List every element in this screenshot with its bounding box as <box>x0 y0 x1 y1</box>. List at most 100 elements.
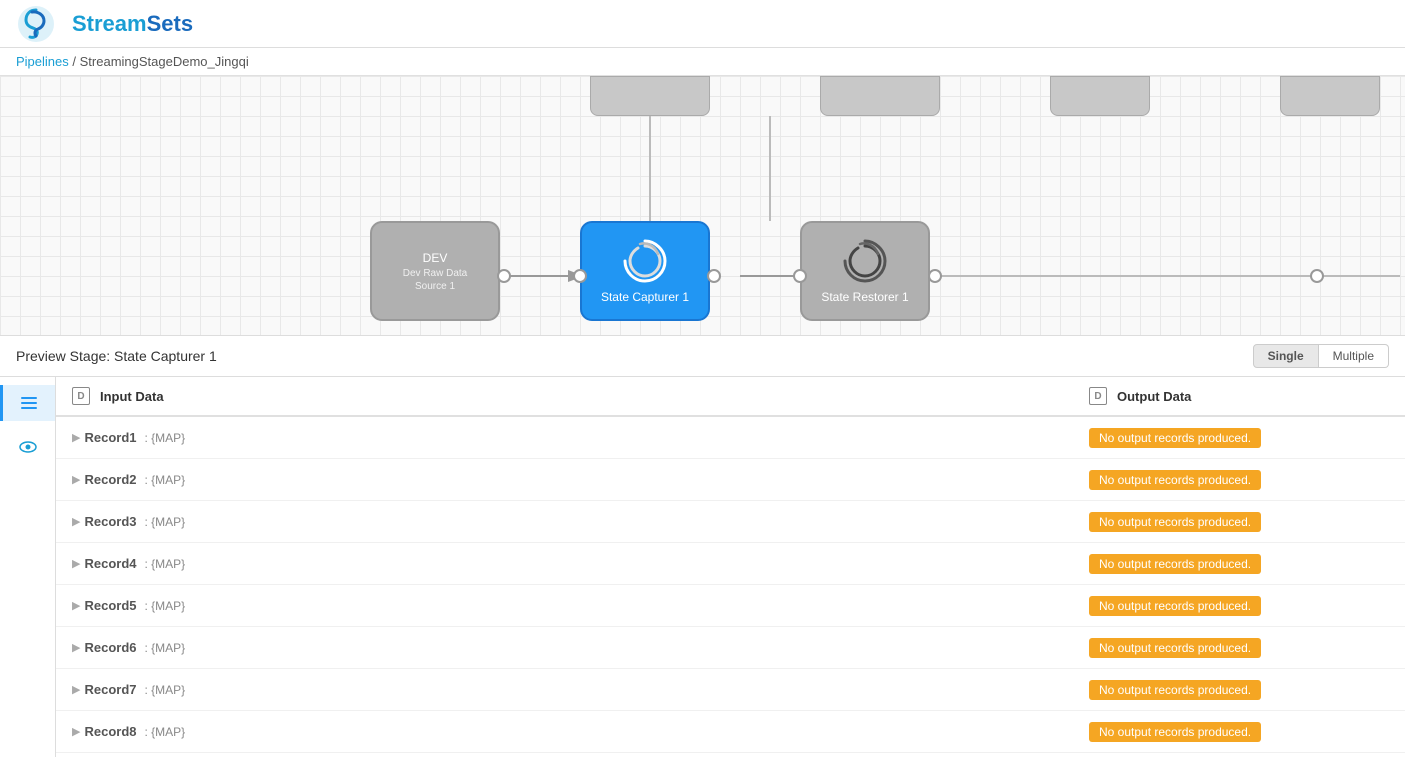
logo-area: StreamSets <box>16 4 193 44</box>
top-node-2 <box>820 76 940 116</box>
connector-restorer-out <box>928 269 942 283</box>
record-type: : {MAP} <box>145 725 186 739</box>
stage-capturer[interactable]: State Capturer 1 <box>580 221 710 321</box>
expand-icon[interactable]: ▶ <box>72 683 80 696</box>
no-output-badge: No output records produced. <box>1089 512 1261 532</box>
stage-dev-sublabel: Dev Raw DataSource 1 <box>397 267 473 293</box>
output-cell: No output records produced. <box>1089 638 1389 658</box>
record-type: : {MAP} <box>145 473 186 487</box>
output-cell: No output records produced. <box>1089 554 1389 574</box>
no-output-badge: No output records produced. <box>1089 470 1261 490</box>
output-cell: No output records produced. <box>1089 680 1389 700</box>
record-cell: ▶ Record5 : {MAP} <box>72 598 1089 613</box>
record-type: : {MAP} <box>145 431 186 445</box>
record-name: Record6 <box>84 640 136 655</box>
expand-icon[interactable]: ▶ <box>72 473 80 486</box>
table-row: ▶ Record9 : {MAP} No output records prod… <box>56 753 1405 757</box>
expand-icon[interactable]: ▶ <box>72 599 80 612</box>
record-cell: ▶ Record1 : {MAP} <box>72 430 1089 445</box>
table-row: ▶ Record8 : {MAP} No output records prod… <box>56 711 1405 753</box>
record-type: : {MAP} <box>145 641 186 655</box>
output-cell: No output records produced. <box>1089 596 1389 616</box>
no-output-badge: No output records produced. <box>1089 722 1261 742</box>
input-icon: D <box>72 387 90 405</box>
eye-view-button[interactable] <box>10 429 46 465</box>
connector-capturer-in <box>573 269 587 283</box>
stage-restorer-label: State Restorer 1 <box>817 288 912 306</box>
data-panel: D Input Data D Output Data ▶ Record1 : {… <box>56 377 1405 757</box>
sidebar-icons <box>0 377 56 757</box>
main-area: D Input Data D Output Data ▶ Record1 : {… <box>0 377 1405 757</box>
pipeline-canvas: DEV Dev Raw DataSource 1 State Capturer … <box>0 76 1405 336</box>
expand-icon[interactable]: ▶ <box>72 431 80 444</box>
stage-dev-label: DEV <box>419 249 452 267</box>
data-header: D Input Data D Output Data <box>56 377 1405 417</box>
no-output-badge: No output records produced. <box>1089 596 1261 616</box>
table-row: ▶ Record5 : {MAP} No output records prod… <box>56 585 1405 627</box>
logo-stream: Stream <box>72 11 147 36</box>
record-cell: ▶ Record8 : {MAP} <box>72 724 1089 739</box>
table-row: ▶ Record6 : {MAP} No output records prod… <box>56 627 1405 669</box>
multiple-button[interactable]: Multiple <box>1319 344 1389 368</box>
expand-icon[interactable]: ▶ <box>72 515 80 528</box>
expand-icon[interactable]: ▶ <box>72 641 80 654</box>
no-output-badge: No output records produced. <box>1089 554 1261 574</box>
table-row: ▶ Record3 : {MAP} No output records prod… <box>56 501 1405 543</box>
records-container: ▶ Record1 : {MAP} No output records prod… <box>56 417 1405 757</box>
output-cell: No output records produced. <box>1089 722 1389 742</box>
output-header-label: Output Data <box>1117 389 1191 404</box>
top-node-4 <box>1280 76 1380 116</box>
record-cell: ▶ Record2 : {MAP} <box>72 472 1089 487</box>
record-name: Record1 <box>84 430 136 445</box>
connector-dev-out <box>497 269 511 283</box>
connector-far-right <box>1310 269 1324 283</box>
record-name: Record5 <box>84 598 136 613</box>
logo-sets: Sets <box>147 11 193 36</box>
output-cell: No output records produced. <box>1089 428 1389 448</box>
record-type: : {MAP} <box>145 599 186 613</box>
list-icon <box>19 393 39 413</box>
connector-restorer-in <box>793 269 807 283</box>
preview-stage-title: Preview Stage: State Capturer 1 <box>16 348 217 364</box>
record-name: Record4 <box>84 556 136 571</box>
stage-dev[interactable]: DEV Dev Raw DataSource 1 <box>370 221 500 321</box>
no-output-badge: No output records produced. <box>1089 638 1261 658</box>
output-cell: No output records produced. <box>1089 470 1389 490</box>
app-header: StreamSets <box>0 0 1405 48</box>
record-cell: ▶ Record7 : {MAP} <box>72 682 1089 697</box>
record-type: : {MAP} <box>145 515 186 529</box>
record-name: Record8 <box>84 724 136 739</box>
pipelines-link[interactable]: Pipelines <box>16 54 69 69</box>
stage-capturer-label: State Capturer 1 <box>597 288 693 306</box>
logo-text: StreamSets <box>72 11 193 37</box>
pipeline-name: StreamingStageDemo_Jingqi <box>80 54 249 69</box>
logo-icon <box>16 4 56 44</box>
record-name: Record2 <box>84 472 136 487</box>
table-row: ▶ Record1 : {MAP} No output records prod… <box>56 417 1405 459</box>
list-view-button[interactable] <box>0 385 55 421</box>
top-node-3 <box>1050 76 1150 116</box>
table-row: ▶ Record2 : {MAP} No output records prod… <box>56 459 1405 501</box>
restorer-icon <box>840 236 890 286</box>
record-name: Record3 <box>84 514 136 529</box>
output-cell: No output records produced. <box>1089 512 1389 532</box>
record-cell: ▶ Record6 : {MAP} <box>72 640 1089 655</box>
record-type: : {MAP} <box>145 557 186 571</box>
breadcrumb-separator: / <box>72 54 79 69</box>
record-name: Record7 <box>84 682 136 697</box>
breadcrumb: Pipelines / StreamingStageDemo_Jingqi <box>0 48 1405 76</box>
top-node-1 <box>590 76 710 116</box>
record-cell: ▶ Record4 : {MAP} <box>72 556 1089 571</box>
input-data-header: D Input Data <box>72 387 1089 405</box>
view-toggle: Single Multiple <box>1253 344 1389 368</box>
no-output-badge: No output records produced. <box>1089 428 1261 448</box>
expand-icon[interactable]: ▶ <box>72 557 80 570</box>
stage-restorer[interactable]: State Restorer 1 <box>800 221 930 321</box>
record-cell: ▶ Record3 : {MAP} <box>72 514 1089 529</box>
expand-icon[interactable]: ▶ <box>72 725 80 738</box>
single-button[interactable]: Single <box>1253 344 1319 368</box>
eye-icon <box>18 437 38 457</box>
output-icon: D <box>1089 387 1107 405</box>
connector-capturer-out <box>707 269 721 283</box>
capturer-icon <box>620 236 670 286</box>
